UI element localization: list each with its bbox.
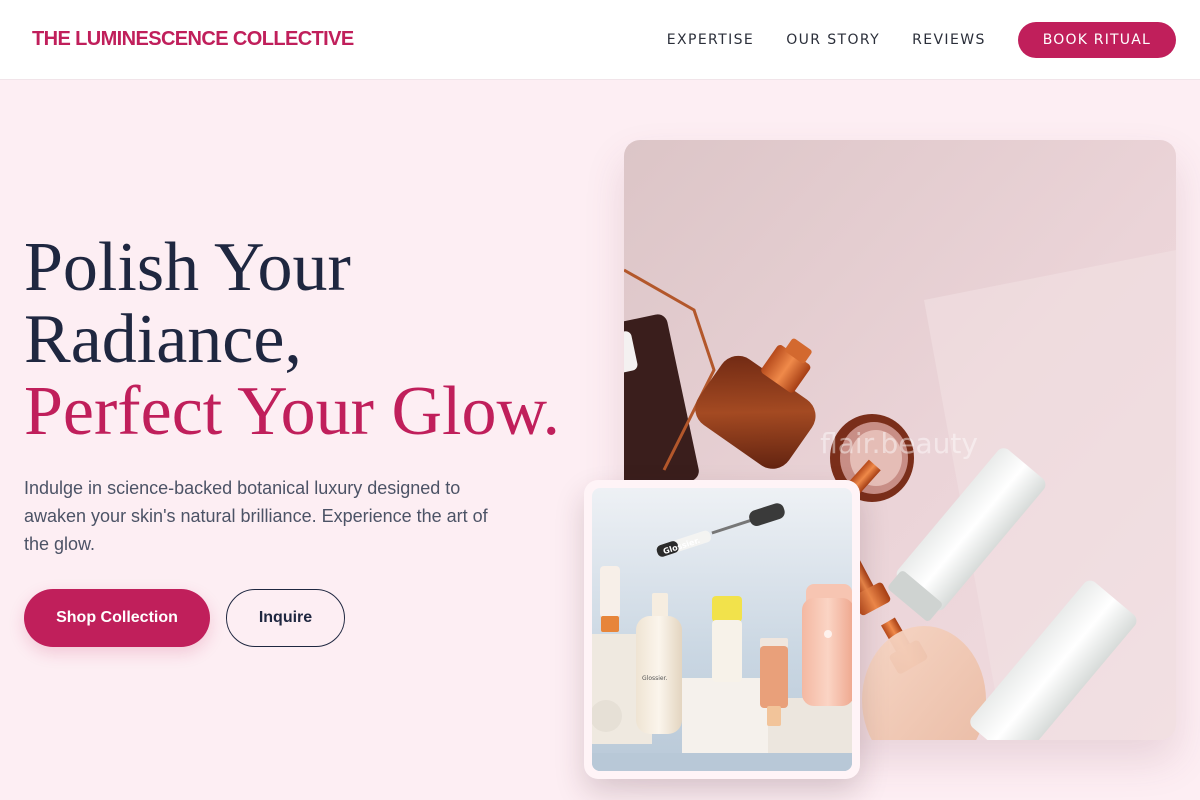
inquire-button[interactable]: Inquire bbox=[226, 589, 345, 647]
cream-bottle-label: Glossier. bbox=[642, 675, 668, 682]
nav-link-reviews[interactable]: REVIEWS bbox=[912, 32, 986, 48]
book-ritual-button[interactable]: BOOK RITUAL bbox=[1017, 22, 1176, 58]
nav-link-our-story[interactable]: OUR STORY bbox=[786, 32, 880, 48]
hero-title-accent: Perfect Your Glow. bbox=[24, 373, 560, 450]
main-image-watermark: flair.beauty bbox=[820, 427, 978, 460]
hero-title-line-1: Polish Your bbox=[24, 229, 351, 306]
hero-secondary-image-card: Glossier. Glossier. bbox=[584, 480, 860, 779]
site-header: THE LUMINESCENCE COLLECTIVE EXPERTISE OU… bbox=[0, 0, 1200, 80]
hero-secondary-image: Glossier. Glossier. bbox=[592, 488, 852, 771]
shop-collection-button[interactable]: Shop Collection bbox=[24, 589, 210, 647]
brand-logo[interactable]: THE LUMINESCENCE COLLECTIVE bbox=[32, 28, 354, 51]
main-nav: EXPERTISE OUR STORY REVIEWS BOOK RITUAL bbox=[667, 22, 1176, 58]
hero-title: Polish Your Radiance, Perfect Your Glow. bbox=[24, 232, 560, 448]
hero-description: Indulge in science-backed botanical luxu… bbox=[24, 478, 488, 554]
hero-title-line-2: Radiance, bbox=[24, 301, 302, 378]
nav-link-expertise[interactable]: EXPERTISE bbox=[667, 32, 754, 48]
